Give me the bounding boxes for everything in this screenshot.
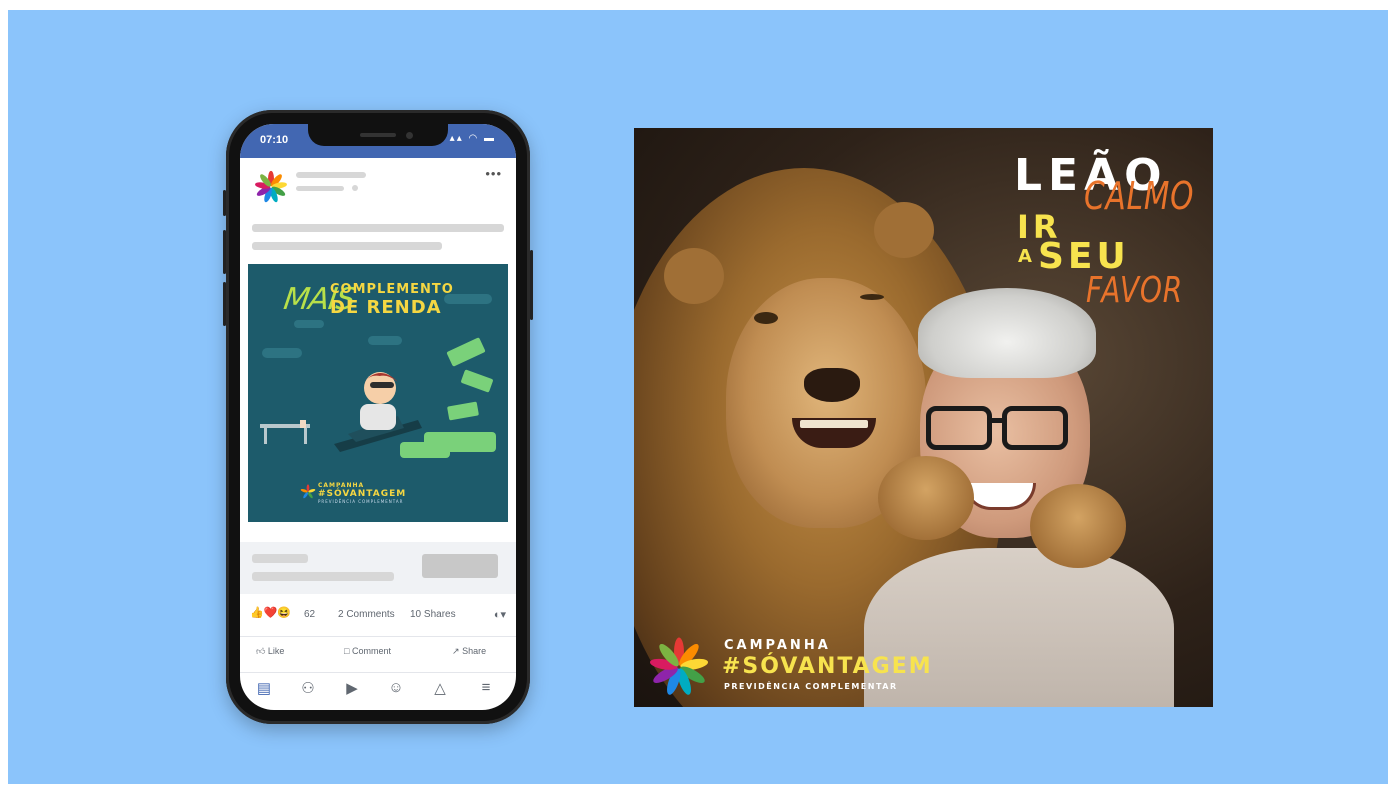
share-label: Share	[462, 646, 487, 656]
poster-campaign-brand: CAMPANHA #SÓVANTAGEM PREVIDÊNCIA COMPLEM…	[648, 632, 1048, 702]
campaign-logo-icon	[649, 637, 709, 695]
comment-button[interactable]: □ Comment	[344, 646, 391, 656]
ad-hashtag: #SÓVANTAGEM	[318, 489, 407, 499]
shares-count[interactable]: 10 Shares	[410, 609, 456, 620]
tab-friends-icon[interactable]: ⚇	[294, 679, 322, 697]
poster-hashtag: #SÓVANTAGEM	[722, 654, 933, 679]
campaign-poster: LEÃO CALMO IR A SEU FAVOR CAMPANHA #SÓVA…	[634, 128, 1213, 707]
bottom-tab-bar: ▤ ⚇ ▶ ☺ △ ≡	[240, 672, 516, 710]
lion-paw-left	[878, 456, 974, 540]
glasses-right-lens	[1002, 406, 1068, 450]
status-icons: ▴▴ ◠ ▬	[449, 133, 496, 144]
poster-headline-a: A	[1018, 246, 1032, 267]
ad-campanha-label: CAMPANHA	[318, 482, 365, 489]
link-title-placeholder	[252, 554, 308, 563]
ad-headline-line1: COMPLEMENTO	[330, 282, 454, 297]
lion-teeth	[800, 420, 868, 428]
page-name-placeholder	[296, 172, 366, 178]
privacy-icon	[352, 185, 358, 191]
like-icon: 👍︎	[256, 646, 266, 656]
reaction-emojis-icon[interactable]: 👍❤️😆	[250, 606, 291, 619]
tab-watch-icon[interactable]: ▶	[338, 679, 366, 697]
phone-mockup: 07:10 ▴▴ ◠ ▬ ••• MAIS COMPLEMENTO DE REN…	[223, 110, 533, 724]
lion-ear-left	[664, 248, 724, 304]
glasses-left-lens	[926, 406, 992, 450]
tab-notifications-icon[interactable]: △	[426, 679, 454, 697]
phone-power-button	[530, 250, 533, 320]
poster-headline-calmo: CALMO	[1084, 174, 1195, 218]
like-button[interactable]: 👍︎ Like	[256, 646, 284, 657]
ad-campaign-logo-icon	[300, 484, 316, 499]
lion-eye-left	[754, 312, 778, 324]
more-options-icon[interactable]: •••	[485, 166, 502, 181]
phone-notch	[308, 124, 448, 146]
status-time: 07:10	[260, 134, 289, 146]
lion-ear-right	[874, 202, 934, 258]
ad-campaign-brand: CAMPANHA #SÓVANTAGEM PREVIDÊNCIA COMPLEM…	[318, 482, 406, 504]
link-cta-placeholder[interactable]	[422, 554, 498, 578]
ad-illustration-icon	[260, 337, 496, 458]
phone-volume-down	[223, 282, 226, 326]
man-hair	[918, 288, 1096, 378]
lion-eye-right-winking	[860, 294, 884, 300]
tab-home-icon[interactable]: ▤	[250, 679, 278, 697]
ad-headline-line2: DE RENDA	[330, 297, 442, 318]
post-text-placeholder-2	[252, 242, 442, 250]
background-stage: 07:10 ▴▴ ◠ ▬ ••• MAIS COMPLEMENTO DE REN…	[8, 10, 1388, 784]
phone-mute-switch	[223, 190, 226, 216]
notch-speaker	[360, 133, 396, 137]
ad-headline: COMPLEMENTO DE RENDA	[330, 282, 454, 318]
comments-count[interactable]: 2 Comments	[338, 609, 395, 620]
viewers-icon[interactable]: ◐▾	[494, 608, 506, 621]
reaction-count[interactable]: 62	[304, 609, 315, 620]
ad-image[interactable]: MAIS COMPLEMENTO DE RENDA CAMPANHA #SÓVA…	[248, 264, 508, 522]
glasses-bridge	[988, 418, 1004, 423]
ad-subtitle: PREVIDÊNCIA COMPLEMENTAR	[318, 499, 404, 504]
phone-volume-up	[223, 230, 226, 274]
notch-camera	[406, 132, 413, 139]
comment-label: Comment	[351, 646, 391, 656]
link-preview[interactable]	[240, 542, 516, 594]
reactions-bar: 👍❤️😆 62 2 Comments 10 Shares ◐▾	[250, 606, 506, 626]
poster-headline-favor: FAVOR	[1086, 270, 1184, 311]
share-button[interactable]: ↗ Share	[452, 646, 486, 657]
comment-icon: □	[344, 646, 350, 656]
tab-profile-icon[interactable]: ☺	[382, 679, 410, 696]
page-logo-icon[interactable]	[254, 170, 288, 204]
poster-subtitle: PREVIDÊNCIA COMPLEMENTAR	[724, 682, 898, 691]
link-desc-placeholder	[252, 572, 394, 581]
tab-menu-icon[interactable]: ≡	[472, 679, 500, 696]
lion-nose	[804, 368, 860, 402]
post-text-placeholder-1	[252, 224, 504, 232]
share-icon: ↗	[452, 646, 460, 656]
phone-screen: 07:10 ▴▴ ◠ ▬ ••• MAIS COMPLEMENTO DE REN…	[240, 124, 516, 710]
post-actions: 👍︎ Like □ Comment ↗ Share	[240, 636, 516, 667]
like-label: Like	[267, 646, 285, 656]
poster-campanha-label: CAMPANHA	[724, 638, 831, 653]
post-header: •••	[240, 158, 516, 214]
post-time-placeholder	[296, 186, 344, 191]
lion-paw-right	[1030, 484, 1126, 568]
